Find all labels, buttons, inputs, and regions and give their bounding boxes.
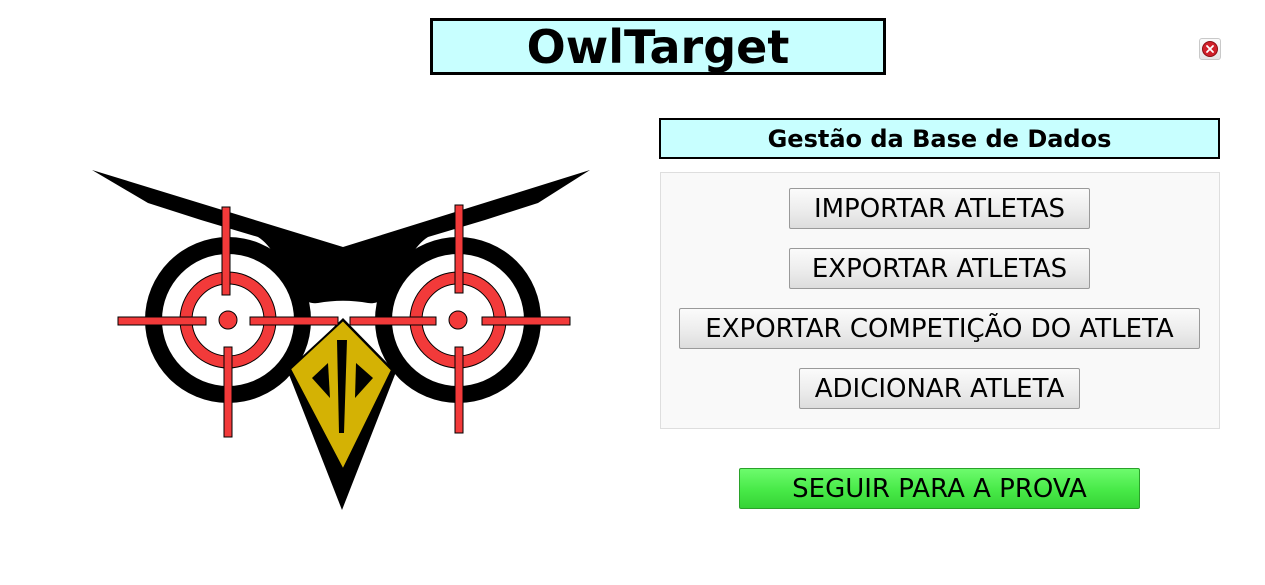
export-athlete-competition-button[interactable]: EXPORTAR COMPETIÇÃO DO ATLETA xyxy=(679,308,1200,349)
export-athletes-button[interactable]: EXPORTAR ATLETAS xyxy=(789,248,1090,289)
section-title: Gestão da Base de Dados xyxy=(659,118,1220,159)
app-title: OwlTarget xyxy=(430,18,886,75)
owl-logo xyxy=(90,165,595,519)
close-button[interactable] xyxy=(1199,38,1221,60)
add-athlete-button[interactable]: ADICIONAR ATLETA xyxy=(799,368,1080,409)
import-athletes-button[interactable]: IMPORTAR ATLETAS xyxy=(789,188,1090,229)
proceed-to-event-button[interactable]: SEGUIR PARA A PROVA xyxy=(739,468,1140,509)
owl-target-icon xyxy=(92,170,590,510)
close-icon xyxy=(1202,41,1218,57)
